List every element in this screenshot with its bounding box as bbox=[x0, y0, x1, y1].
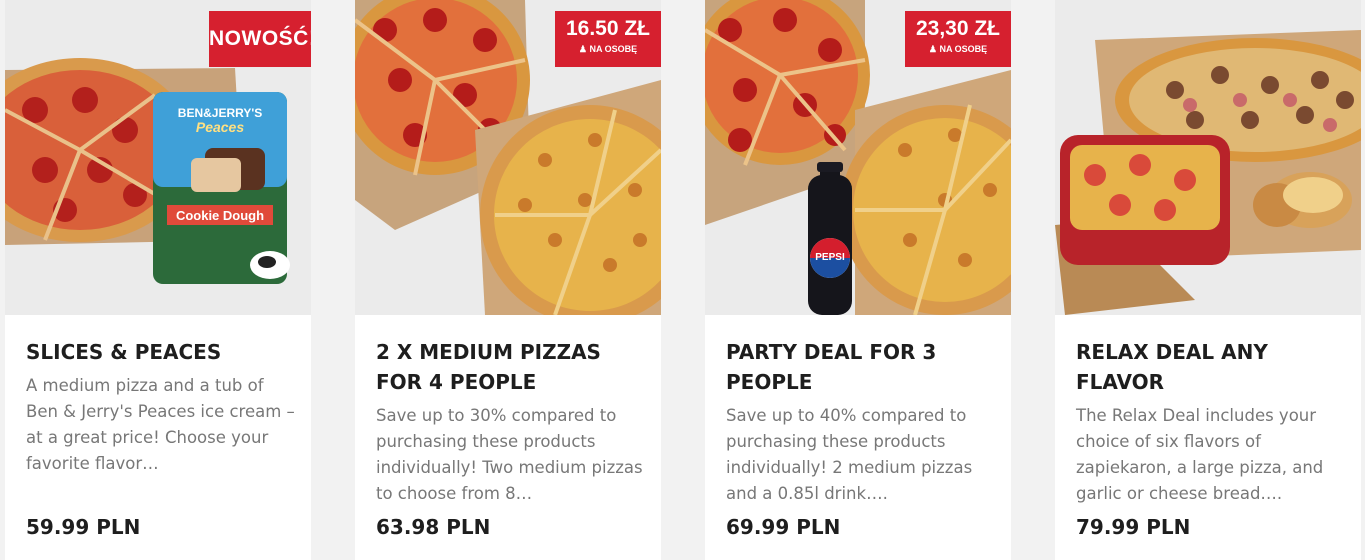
product-brand: BEN&JERRY'S bbox=[177, 106, 263, 120]
deal-card-party-deal[interactable]: PEPSI 23,30 ZŁ ♟ NA OSOBĘ PARTY DEAL FOR… bbox=[705, 0, 1011, 560]
person-icon: ♟ bbox=[578, 44, 587, 54]
deal-title[interactable]: SLICES & PEACES bbox=[26, 337, 296, 367]
per-person-price-badge: 23,30 ZŁ ♟ NA OSOBĘ bbox=[905, 11, 1011, 67]
deal-price: 79.99 PLN bbox=[1076, 515, 1191, 539]
deal-description: The Relax Deal includes your choice of s… bbox=[1076, 406, 1324, 503]
person-icon: ♟ bbox=[928, 44, 937, 54]
product-label: BEN&JERRY'S Peaces bbox=[165, 106, 275, 134]
deal-image[interactable]: 16.50 ZŁ ♟ NA OSOBĘ bbox=[355, 0, 661, 315]
product-subname: Peaces bbox=[195, 119, 245, 135]
deal-image[interactable] bbox=[1055, 0, 1361, 315]
drink-label: PEPSI bbox=[815, 252, 845, 263]
deal-card-slices-peaces[interactable]: BEN&JERRY'S Peaces Cookie Dough NOWOŚĆ! … bbox=[5, 0, 311, 560]
deal-image[interactable]: BEN&JERRY'S Peaces Cookie Dough NOWOŚĆ! bbox=[5, 0, 311, 315]
deal-price: 63.98 PLN bbox=[376, 515, 491, 539]
badge-price: 23,30 ZŁ bbox=[915, 17, 1001, 40]
deal-photo bbox=[1055, 0, 1361, 315]
badge-subtext-label: NA OSOBĘ bbox=[939, 44, 988, 54]
product-flavor: Cookie Dough bbox=[175, 208, 265, 223]
deal-image[interactable]: PEPSI 23,30 ZŁ ♟ NA OSOBĘ bbox=[705, 0, 1011, 315]
badge-subtext-label: NA OSOBĘ bbox=[589, 44, 638, 54]
deal-card-2x-medium[interactable]: 16.50 ZŁ ♟ NA OSOBĘ 2 X MEDIUM PIZZAS FO… bbox=[355, 0, 661, 560]
deal-title[interactable]: RELAX DEAL ANY FLAVOR bbox=[1076, 337, 1346, 397]
per-person-price-badge: 16.50 ZŁ ♟ NA OSOBĘ bbox=[555, 11, 661, 67]
deal-price: 69.99 PLN bbox=[726, 515, 841, 539]
badge-subtext: ♟ NA OSOBĘ bbox=[555, 42, 661, 56]
deals-grid: BEN&JERRY'S Peaces Cookie Dough NOWOŚĆ! … bbox=[0, 0, 1365, 560]
badge-subtext: ♟ NA OSOBĘ bbox=[905, 42, 1011, 56]
badge-price: 16.50 ZŁ bbox=[565, 17, 651, 40]
new-badge: NOWOŚĆ! bbox=[209, 11, 311, 67]
deal-price: 59.99 PLN bbox=[26, 515, 141, 539]
deal-card-relax-deal[interactable]: RELAX DEAL ANY FLAVOR The Relax Deal inc… bbox=[1055, 0, 1361, 560]
deal-description: Save up to 30% compared to purchasing th… bbox=[376, 406, 643, 503]
deal-description: A medium pizza and a tub of Ben & Jerry'… bbox=[26, 376, 295, 473]
deal-title[interactable]: PARTY DEAL FOR 3 PEOPLE bbox=[726, 337, 996, 397]
deal-description: Save up to 40% compared to purchasing th… bbox=[726, 406, 973, 503]
deal-title[interactable]: 2 X MEDIUM PIZZAS FOR 4 PEOPLE bbox=[376, 337, 646, 397]
